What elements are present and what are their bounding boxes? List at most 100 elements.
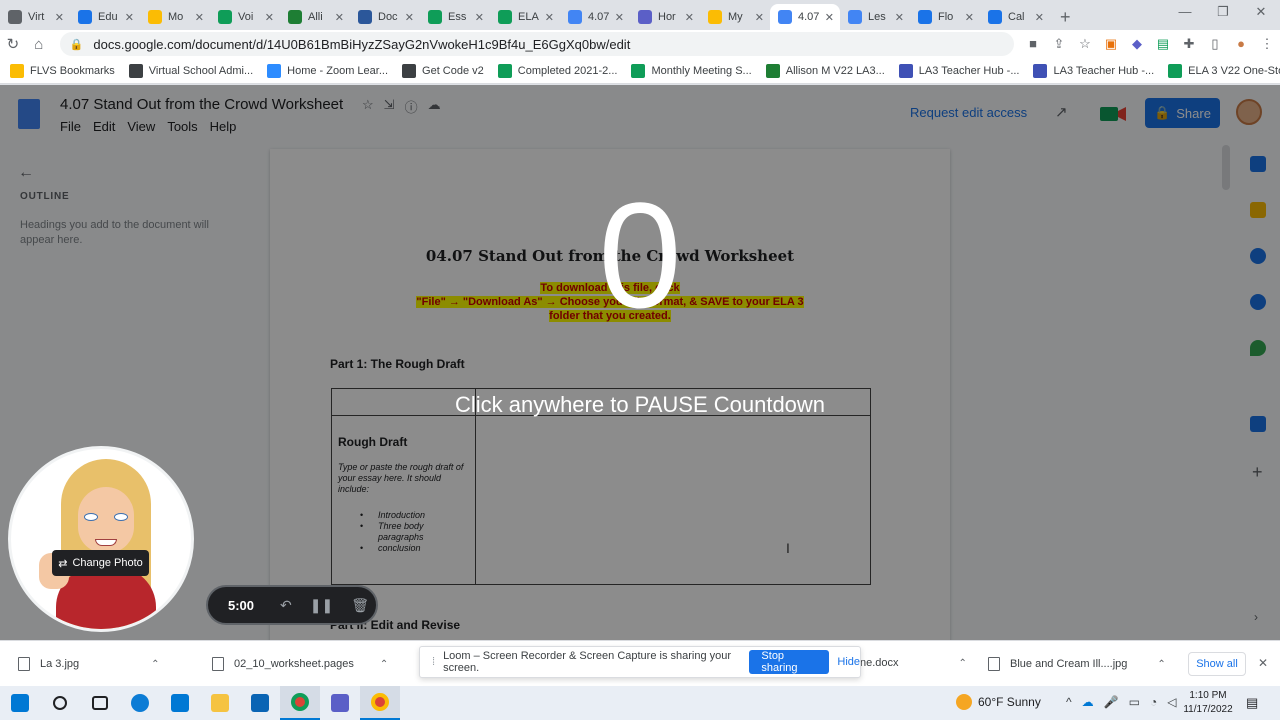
browser-tab[interactable]: Doc ✕: [350, 4, 420, 30]
task-view-button[interactable]: [80, 686, 120, 720]
browser-tab[interactable]: Les ✕: [840, 4, 910, 30]
show-all-button[interactable]: Show all: [1188, 652, 1246, 676]
browser-tab[interactable]: Virt ✕: [0, 4, 70, 30]
download-item[interactable]: Blue and Cream Ill....jpg ⌃: [988, 657, 1166, 671]
bookmark-item[interactable]: Monthly Meeting S...: [631, 63, 752, 78]
chevron-up-icon[interactable]: ⌃: [151, 659, 159, 670]
bookmark-label: LA3 Teacher Hub -...: [1053, 64, 1155, 77]
text-cursor-icon: I: [786, 540, 790, 556]
chevron-up-icon[interactable]: ⌃: [380, 659, 388, 670]
close-tab-icon[interactable]: ✕: [615, 11, 624, 24]
browser-tab[interactable]: Ess ✕: [420, 4, 490, 30]
bookmark-item[interactable]: ELA 3 V22 One-Sto...: [1168, 63, 1280, 78]
bookmark-item[interactable]: Virtual School Admi...: [128, 63, 253, 78]
bookmark-item[interactable]: LA3 Teacher Hub -...: [898, 63, 1019, 78]
lock-icon[interactable]: 🔒: [70, 38, 84, 51]
home-icon[interactable]: ⌂: [26, 36, 52, 53]
bookmark-item[interactable]: FLVS Bookmarks: [10, 63, 115, 78]
weather-widget[interactable]: 60°F Sunny: [956, 694, 1041, 710]
close-window-icon[interactable]: ✕: [1242, 4, 1280, 20]
store-taskbar-button[interactable]: [160, 686, 200, 720]
browser-tab[interactable]: My ✕: [700, 4, 770, 30]
download-item[interactable]: La 3.jpg ⌃: [18, 657, 160, 671]
close-tab-icon[interactable]: ✕: [265, 11, 274, 24]
download-item[interactable]: ne.docx ⌃: [860, 657, 967, 669]
chrome-taskbar-button[interactable]: [360, 686, 400, 720]
close-tab-icon[interactable]: ✕: [685, 11, 694, 24]
close-tab-icon[interactable]: ✕: [405, 11, 414, 24]
bookmark-item[interactable]: Home - Zoom Lear...: [267, 63, 388, 78]
extension-icon[interactable]: ◆: [1124, 36, 1150, 52]
minimize-icon[interactable]: —: [1166, 4, 1204, 20]
close-tab-icon[interactable]: ✕: [125, 11, 134, 24]
share-page-icon[interactable]: ⇪: [1046, 36, 1072, 52]
browser-tab[interactable]: 4.07 ✕: [770, 4, 840, 30]
explorer-taskbar-button[interactable]: [200, 686, 240, 720]
extension-icon[interactable]: ▣: [1098, 36, 1124, 52]
edge-taskbar-button[interactable]: [120, 686, 160, 720]
new-tab-button[interactable]: +: [1060, 7, 1071, 28]
chevron-up-icon[interactable]: ⌃: [1157, 659, 1165, 670]
chevron-up-icon[interactable]: ⌃: [959, 658, 967, 669]
outlook-taskbar-button[interactable]: [240, 686, 280, 720]
bookmark-star-icon[interactable]: ☆: [1072, 36, 1098, 52]
search-button[interactable]: [40, 686, 80, 720]
close-tab-icon[interactable]: ✕: [475, 11, 484, 24]
notification-icon[interactable]: ▤: [1246, 695, 1258, 711]
maximize-icon[interactable]: ❐: [1204, 4, 1242, 20]
browser-tab[interactable]: Hor ✕: [630, 4, 700, 30]
bookmark-item[interactable]: Get Code v2: [402, 63, 484, 78]
close-tab-icon[interactable]: ✕: [755, 11, 764, 24]
menu-kebab-icon[interactable]: ⋮: [1254, 36, 1280, 52]
url-text: docs.google.com/document/d/14U0B61BmBiHy…: [93, 36, 631, 52]
profile-avatar[interactable]: ●: [1228, 36, 1254, 52]
close-tab-icon[interactable]: ✕: [55, 11, 64, 24]
browser-tab[interactable]: ELA ✕: [490, 4, 560, 30]
address-bar[interactable]: 🔒 docs.google.com/document/d/14U0B61BmBi…: [59, 32, 1014, 56]
trash-icon[interactable]: 🗑: [351, 597, 369, 614]
close-tab-icon[interactable]: ✕: [895, 11, 904, 24]
close-tab-icon[interactable]: ✕: [335, 11, 344, 24]
browser-tab[interactable]: Voi ✕: [210, 4, 280, 30]
onedrive-icon[interactable]: ☁: [1082, 695, 1094, 709]
close-tab-icon[interactable]: ✕: [965, 11, 974, 24]
start-button[interactable]: [0, 686, 40, 720]
chrome-taskbar-button[interactable]: [280, 686, 320, 720]
close-tab-icon[interactable]: ✕: [195, 11, 204, 24]
undo-icon[interactable]: ↶: [280, 597, 292, 614]
microphone-icon[interactable]: 🎤: [1104, 695, 1119, 709]
close-tab-icon[interactable]: ✕: [825, 11, 834, 24]
stop-sharing-button[interactable]: Stop sharing: [749, 650, 830, 674]
browser-tab[interactable]: 4.07 ✕: [560, 4, 630, 30]
pause-countdown-message[interactable]: Click anywhere to PAUSE Countdown: [0, 392, 1280, 418]
browser-tab[interactable]: Alli ✕: [280, 4, 350, 30]
browser-tab[interactable]: Edu ✕: [70, 4, 140, 30]
change-photo-button[interactable]: ⇄ Change Photo: [52, 550, 149, 576]
extension-icon[interactable]: ▤: [1150, 36, 1176, 52]
close-icon[interactable]: ✕: [1258, 656, 1268, 670]
browser-tab[interactable]: Flo ✕: [910, 4, 980, 30]
hide-button[interactable]: Hide: [837, 656, 860, 668]
teams-taskbar-button[interactable]: [320, 686, 360, 720]
camera-bubble[interactable]: [8, 446, 194, 632]
pause-icon[interactable]: ❚❚: [310, 597, 333, 614]
side-panel-icon[interactable]: ▯: [1202, 36, 1228, 52]
puzzle-icon[interactable]: ✚: [1176, 36, 1202, 52]
volume-icon[interactable]: ◁: [1167, 695, 1176, 709]
bookmark-item[interactable]: Completed 2021-2...: [497, 63, 617, 78]
bookmark-item[interactable]: LA3 Teacher Hub -...: [1033, 63, 1155, 78]
bookmark-item[interactable]: Allison M V22 LA3...: [765, 63, 885, 78]
tab-favicon-icon: [568, 10, 582, 24]
close-tab-icon[interactable]: ✕: [545, 11, 554, 24]
drag-handle-icon[interactable]: ⁞: [432, 656, 435, 668]
download-item[interactable]: 02_10_worksheet.pages ⌃: [212, 657, 388, 671]
chevron-up-icon[interactable]: ^: [1066, 695, 1072, 709]
battery-icon[interactable]: ▭: [1129, 695, 1140, 709]
camera-icon[interactable]: ■: [1020, 36, 1046, 52]
browser-tab[interactable]: Mo ✕: [140, 4, 210, 30]
reload-icon[interactable]: ↻: [0, 35, 26, 53]
browser-tab[interactable]: Cal ✕: [980, 4, 1050, 30]
close-tab-icon[interactable]: ✕: [1035, 11, 1044, 24]
wifi-icon[interactable]: ◔: [1150, 695, 1157, 709]
system-clock[interactable]: 1:10 PM 11/17/2022: [1180, 689, 1236, 717]
